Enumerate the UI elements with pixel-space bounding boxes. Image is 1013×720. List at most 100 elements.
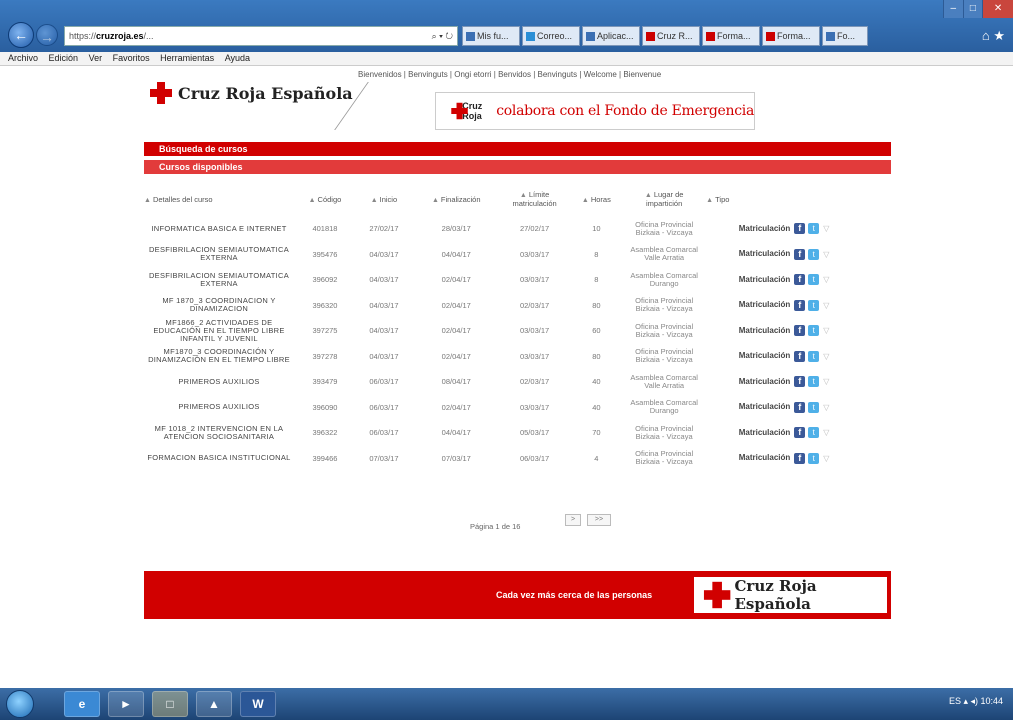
home-star-icons[interactable]: ⌂ ★ xyxy=(982,28,1005,44)
browser-tab[interactable]: Cruz R... xyxy=(642,26,700,46)
facebook-icon[interactable]: f xyxy=(794,350,806,362)
facebook-icon[interactable]: f xyxy=(794,427,806,439)
enroll-link[interactable]: Matriculación xyxy=(739,351,791,360)
word-taskbar-icon[interactable]: W xyxy=(240,691,276,717)
close-button[interactable]: ✕ xyxy=(982,0,1013,18)
facebook-icon[interactable]: f xyxy=(794,274,806,286)
tab-label: Forma... xyxy=(777,31,811,41)
menu-favoritos[interactable]: Favoritos xyxy=(113,52,150,65)
enroll-link[interactable]: Matriculación xyxy=(739,402,791,411)
course-limit: 27/02/17 xyxy=(519,224,550,234)
share-icon[interactable]: ▽ xyxy=(823,275,829,284)
col-inicio[interactable]: ▲ Inicio xyxy=(356,182,412,216)
media-taskbar-icon[interactable]: ► xyxy=(108,691,144,717)
menu-edicion[interactable]: Edición xyxy=(49,52,79,65)
enroll-link[interactable]: Matriculación xyxy=(739,326,791,335)
col-lugar[interactable]: ▲ Lugar de impartición xyxy=(624,182,704,216)
enroll-link[interactable]: Matriculación xyxy=(739,249,791,258)
course-title: MF1866_2 ACTIVIDADES DE EDUCACIÓN EN EL … xyxy=(153,317,285,343)
course-end: 04/04/17 xyxy=(441,428,471,438)
next-page-button[interactable]: > xyxy=(565,514,581,526)
app-taskbar-icon[interactable]: ▲ xyxy=(196,691,232,717)
share-icon[interactable]: ▽ xyxy=(823,250,829,259)
course-title: DESFIBRILACION SEMIAUTOMATICA EXTERNA xyxy=(148,270,290,288)
facebook-icon[interactable]: f xyxy=(794,325,806,337)
course-type: Matriculación f t ▽ xyxy=(704,344,864,370)
course-place: Oficina Provincial Bizkaia - Vizcaya xyxy=(635,347,694,365)
browser-tab[interactable]: Correo... xyxy=(522,26,580,46)
course-code: 399466 xyxy=(312,453,338,463)
enroll-link[interactable]: Matriculación xyxy=(739,300,791,309)
twitter-icon[interactable]: t xyxy=(808,427,820,439)
search-courses-bar[interactable]: Búsqueda de cursos xyxy=(144,142,891,156)
footer-logo[interactable]: Cruz Roja Española xyxy=(694,577,887,613)
share-icon[interactable]: ▽ xyxy=(823,428,829,437)
maximize-button[interactable]: □ xyxy=(962,0,983,18)
ie-taskbar-icon[interactable]: e xyxy=(64,691,100,717)
share-icon[interactable]: ▽ xyxy=(823,454,829,463)
twitter-icon[interactable]: t xyxy=(808,274,820,286)
folder-taskbar-icon[interactable]: □ xyxy=(152,691,188,717)
forward-button[interactable]: → xyxy=(36,24,58,46)
course-start: 06/03/17 xyxy=(369,402,399,412)
twitter-icon[interactable]: t xyxy=(808,350,820,362)
col-tipo[interactable]: ▲ Tipo xyxy=(704,182,864,216)
share-icon[interactable]: ▽ xyxy=(823,326,829,335)
twitter-icon[interactable]: t xyxy=(808,401,820,413)
enroll-link[interactable]: Matriculación xyxy=(739,453,791,462)
twitter-icon[interactable]: t xyxy=(808,223,820,235)
course-limit: 03/03/17 xyxy=(519,402,550,412)
enroll-link[interactable]: Matriculación xyxy=(739,224,791,233)
menu-herramientas[interactable]: Herramientas xyxy=(160,52,214,65)
twitter-icon[interactable]: t xyxy=(808,325,820,337)
course-end: 02/04/17 xyxy=(441,326,471,336)
menu-archivo[interactable]: Archivo xyxy=(8,52,38,65)
col-horas[interactable]: ▲ Horas xyxy=(569,182,625,216)
col-codigo[interactable]: ▲ Código xyxy=(294,182,356,216)
share-icon[interactable]: ▽ xyxy=(823,224,829,233)
facebook-icon[interactable]: f xyxy=(794,401,806,413)
share-icon[interactable]: ▽ xyxy=(823,403,829,412)
twitter-icon[interactable]: t xyxy=(808,248,820,260)
share-icon[interactable]: ▽ xyxy=(823,377,829,386)
menu-ayuda[interactable]: Ayuda xyxy=(225,52,250,65)
facebook-icon[interactable]: f xyxy=(794,299,806,311)
facebook-icon[interactable]: f xyxy=(794,376,806,388)
minimize-button[interactable]: – xyxy=(943,0,963,18)
course-place: Oficina Provincial Bizkaia - Vizcaya xyxy=(635,449,694,467)
banner-text: colabora con el Fondo de Emergencia xyxy=(496,103,754,119)
browser-tab[interactable]: Aplicac... xyxy=(582,26,640,46)
system-tray[interactable]: ES ▴ ◂) 10:44 xyxy=(949,696,1003,707)
enroll-link[interactable]: Matriculación xyxy=(739,275,791,284)
emergency-fund-banner[interactable]: Cruz Roja colabora con el Fondo de Emerg… xyxy=(435,92,755,130)
back-button[interactable]: ← xyxy=(8,22,34,48)
address-tools-icon[interactable]: ⌕ ▾ ↻ xyxy=(432,27,453,45)
share-icon[interactable]: ▽ xyxy=(823,352,829,361)
col-detalles[interactable]: ▲ Detalles del curso xyxy=(144,182,294,216)
browser-tab-active[interactable]: Fo... xyxy=(822,26,868,46)
enroll-link[interactable]: Matriculación xyxy=(739,428,791,437)
twitter-icon[interactable]: t xyxy=(808,299,820,311)
facebook-icon[interactable]: f xyxy=(794,452,806,464)
twitter-icon[interactable]: t xyxy=(808,452,820,464)
tab-label: Correo... xyxy=(537,31,573,41)
twitter-icon[interactable]: t xyxy=(808,376,820,388)
browser-tab[interactable]: Mis fu... xyxy=(462,26,520,46)
browser-tab[interactable]: Forma... xyxy=(762,26,820,46)
language-links[interactable]: Bienvenidos | Benvinguts | Ongi etorri |… xyxy=(358,70,661,79)
table-row: INFORMATICA BASICA E INTERNET 401818 27/02… xyxy=(144,216,864,242)
course-code: 396092 xyxy=(312,275,338,285)
menu-ver[interactable]: Ver xyxy=(89,52,103,65)
address-bar[interactable]: https://cruzroja.es/... ⌕ ▾ ↻ xyxy=(64,26,458,46)
share-icon[interactable]: ▽ xyxy=(823,301,829,310)
col-limite[interactable]: ▲ Límite matriculación xyxy=(501,182,569,216)
enroll-link[interactable]: Matriculación xyxy=(739,377,791,386)
last-page-button[interactable]: >> xyxy=(587,514,611,526)
facebook-icon[interactable]: f xyxy=(794,223,806,235)
start-button[interactable] xyxy=(6,690,34,718)
browser-tab[interactable]: Forma... xyxy=(702,26,760,46)
facebook-icon[interactable]: f xyxy=(794,248,806,260)
course-hours: 4 xyxy=(594,453,599,463)
col-finalizacion[interactable]: ▲ Finalización xyxy=(412,182,501,216)
window-controls: – □ ✕ xyxy=(943,0,1013,18)
